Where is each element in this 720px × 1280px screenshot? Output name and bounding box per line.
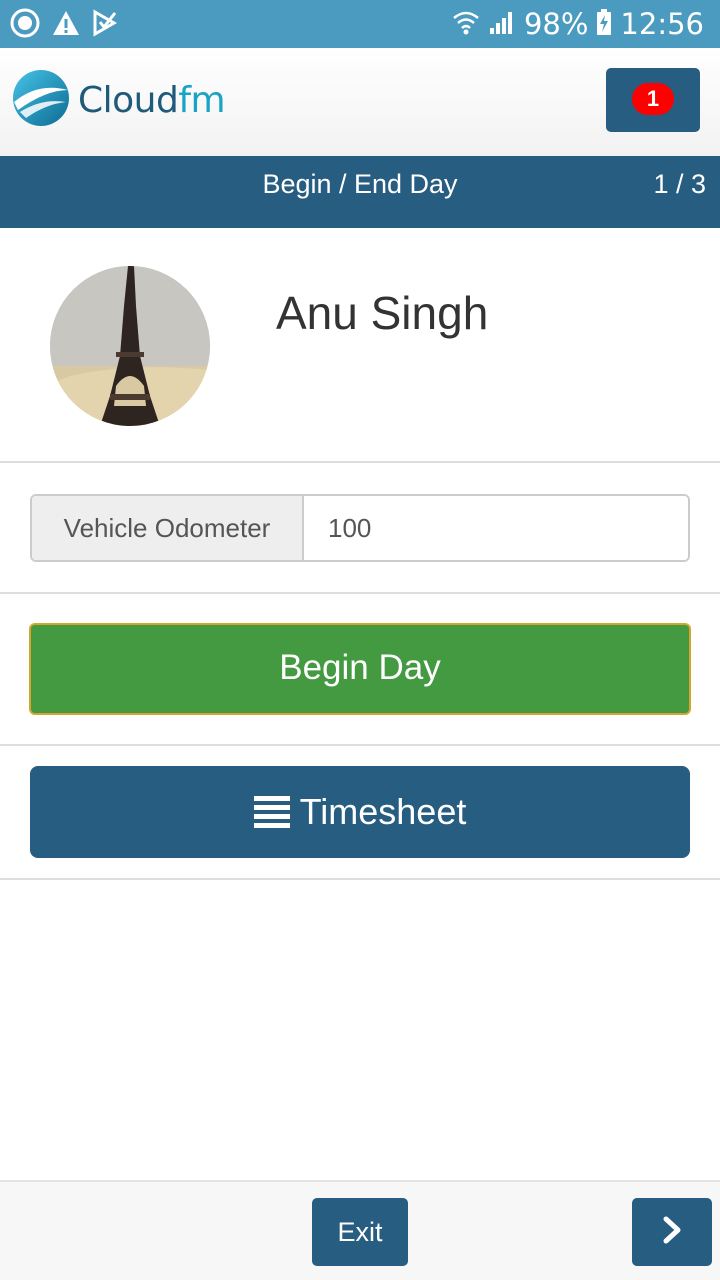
exit-button[interactable]: Exit (312, 1198, 408, 1266)
page-title: Begin / End Day (262, 169, 458, 199)
odometer-section: Vehicle Odometer (0, 463, 720, 594)
notifications-button[interactable]: 1 (606, 68, 700, 132)
page-indicator: 1 / 3 (653, 169, 706, 199)
wifi-icon (452, 8, 480, 40)
footer-bar: Exit (0, 1180, 720, 1280)
app-header: Cloudfm 1 (0, 48, 720, 156)
logo-text: Cloudfm (78, 80, 226, 121)
checkbox-icon (92, 9, 118, 42)
record-icon (10, 8, 40, 43)
app-screen: 98% 12:56 Cloudfm 1 Begin / End Day 1 / … (0, 0, 720, 1280)
notification-badge: 1 (632, 83, 674, 115)
begin-day-button[interactable]: Begin Day (29, 623, 691, 715)
list-icon (253, 796, 290, 828)
timesheet-label: Timesheet (299, 791, 467, 832)
cloudfm-logo-icon (12, 68, 70, 133)
odometer-input[interactable] (304, 496, 688, 560)
timesheet-button[interactable]: Timesheet (30, 766, 690, 858)
timesheet-section: Timesheet (0, 746, 720, 880)
chevron-right-icon (661, 1216, 683, 1249)
profile-section: Anu Singh (0, 228, 720, 463)
warning-icon (52, 9, 80, 42)
odometer-input-group: Vehicle Odometer (30, 494, 690, 562)
signal-icon (488, 8, 516, 40)
cloudfm-logo: Cloudfm (12, 68, 226, 133)
title-bar: Begin / End Day 1 / 3 (0, 156, 720, 228)
avatar (50, 266, 210, 426)
begin-day-section: Begin Day (0, 594, 720, 746)
status-bar: 98% 12:56 (0, 0, 720, 48)
battery-percent: 98% (523, 7, 589, 41)
next-button[interactable] (632, 1198, 712, 1266)
clock: 12:56 (620, 7, 704, 41)
battery-charging-icon (596, 8, 612, 40)
odometer-label: Vehicle Odometer (32, 496, 304, 560)
user-name: Anu Singh (276, 287, 489, 339)
